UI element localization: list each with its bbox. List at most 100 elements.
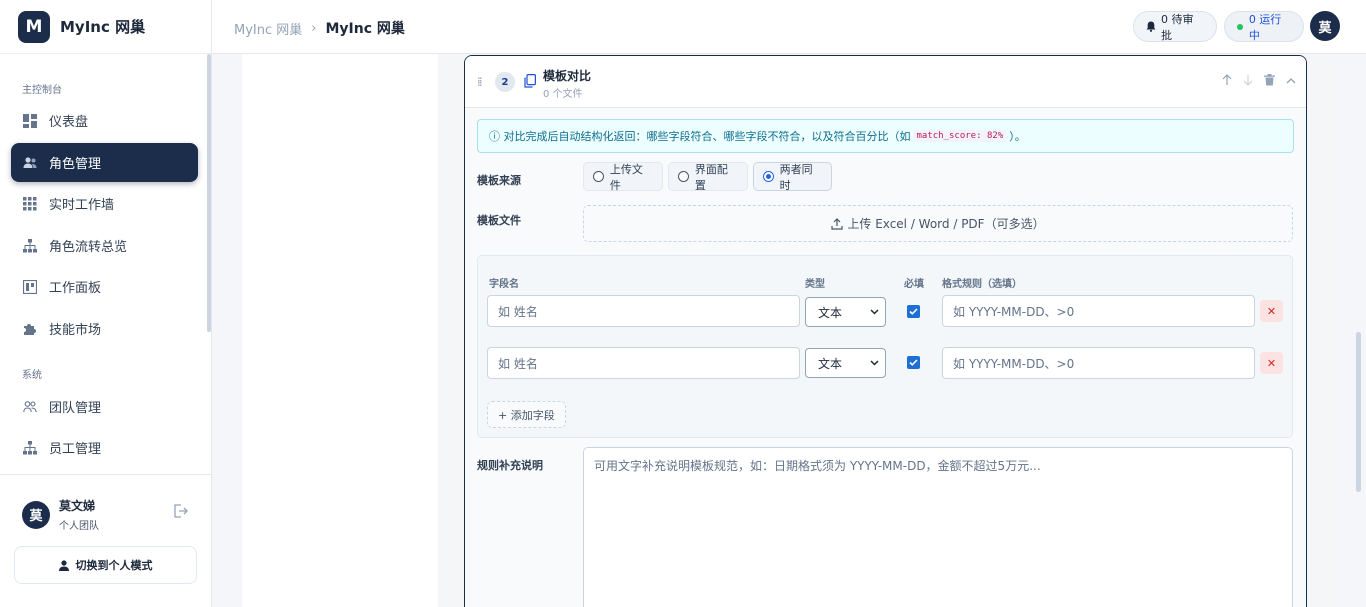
field-type-value: 文本 [818,305,843,320]
field-type-select[interactable]: 文本 [805,297,886,327]
card-header[interactable]: ⁞⁞ 2 模板对比 0 个文件 [465,56,1306,108]
sidebar-item-staff[interactable]: 员工管理 [11,428,198,467]
user-name: 莫文娣 [59,499,96,513]
delete-field-button[interactable]: ✕ [1260,352,1283,374]
sidebar-item-roles[interactable]: 角色管理 [11,143,198,182]
source-option-label: 界面配置 [694,162,728,192]
move-down-icon[interactable] [1243,74,1253,86]
source-option-label: 上传文件 [609,162,643,192]
drag-handle-icon[interactable]: ⁞⁞ [477,75,482,89]
sidebar-item-workboard[interactable]: 工作面板 [11,267,198,306]
board-icon [23,279,37,294]
template-file-label: 模板文件 [477,214,521,227]
pending-approvals-badge[interactable]: 0 待审批 [1133,11,1217,42]
format-rule-input[interactable]: 如 YYYY-MM-DD、>0 [942,295,1255,327]
upload-dropzone[interactable]: 上传 Excel / Word / PDF（可多选） [583,205,1293,242]
col-header-name: 字段名 [489,279,519,290]
close-icon: ✕ [1266,356,1277,370]
sidebar: M MyInc 网巢 主控制台 仪表盘 角色管理 实时工作墙 角色流转总览 工作… [0,0,212,607]
brand[interactable]: M MyInc 网巢 [0,0,211,54]
sidebar-item-dashboard[interactable]: 仪表盘 [11,101,198,140]
rules-note-textarea[interactable]: 可用文字补充说明模板规范，如：日期格式须为 YYYY-MM-DD，金额不超过5万… [583,447,1293,607]
chevron-down-icon [870,309,879,315]
card-body: ⓘ 对比完成后自动结构化返回：哪些字段符合、哪些字段不符合，以及符合百分比（如 … [465,108,1306,607]
sidebar-footer: 莫 莫文娣 个人团队 切换到个人模式 [0,474,211,607]
chevron-down-icon [870,360,879,366]
delete-icon[interactable] [1264,74,1275,86]
person-icon [58,559,69,571]
card-tools [1222,74,1296,86]
info-banner: ⓘ 对比完成后自动结构化返回：哪些字段符合、哪些字段不符合，以及符合百分比（如 … [477,119,1294,153]
logout-icon[interactable] [173,504,188,522]
field-name-input[interactable]: 如 姓名 [487,347,800,379]
status-dot-icon [1237,23,1243,30]
team-icon [23,400,37,414]
source-option-upload[interactable]: 上传文件 [583,162,663,192]
sidebar-item-team[interactable]: 团队管理 [11,387,198,426]
radio-icon [593,171,604,182]
page-scrollbar[interactable] [1356,332,1361,492]
org-icon [23,440,37,455]
sidebar-item-role-flow[interactable]: 角色流转总览 [11,226,198,265]
radio-checked-icon [763,171,774,182]
breadcrumb-current: MyInc 网巢 [325,21,405,37]
bell-icon [1146,21,1156,32]
delete-field-button[interactable]: ✕ [1260,300,1283,322]
field-definitions: 字段名 类型 必填 格式规则（选填） 如 姓名 文本 如 YYYY-MM-DD、… [477,255,1293,438]
pending-label: 0 待审批 [1161,12,1194,42]
upload-label: 上传 Excel / Word / PDF（可多选） [847,217,1045,231]
puzzle-icon [23,322,37,336]
user-team: 个人团队 [59,521,99,532]
user-profile[interactable]: 莫 莫文娣 个人团队 [22,497,194,532]
add-field-button[interactable]: + 添加字段 [487,401,566,428]
switch-label: 切换到个人模式 [75,559,153,572]
sidebar-item-label: 员工管理 [49,442,102,457]
close-icon: ✕ [1266,304,1277,318]
grid-icon [23,196,37,211]
copy-icon [524,74,536,92]
brand-logo: M [18,10,50,43]
header-avatar[interactable]: 莫 [1310,11,1340,41]
sidebar-item-label: 仪表盘 [49,115,89,130]
brand-name: MyInc 网巢 [60,18,146,36]
info-prefix: ⓘ 对比完成后自动结构化返回：哪些字段符合、哪些字段不符合，以及符合百分比（如 [489,130,911,143]
move-up-icon[interactable] [1222,74,1232,86]
users-icon [23,156,37,170]
sidebar-item-label: 工作面板 [49,281,102,296]
required-checkbox[interactable] [907,305,920,318]
flow-icon [23,238,37,253]
running-status-badge[interactable]: 0 运行中 [1224,11,1304,42]
field-name-input[interactable]: 如 姓名 [487,295,800,327]
card-title: 模板对比 [543,69,592,83]
source-option-label: 两者同时 [779,162,813,192]
col-header-rule: 格式规则（选填） [942,279,1022,290]
running-label: 0 运行中 [1248,12,1282,42]
switch-personal-mode-button[interactable]: 切换到个人模式 [14,546,197,584]
chevron-right-icon: › [311,20,317,36]
template-source-label: 模板来源 [477,174,521,187]
dashboard-icon [23,113,37,128]
source-option-config[interactable]: 界面配置 [668,162,748,192]
section-label-main: 主控制台 [22,85,62,96]
chevron-up-icon[interactable] [1286,77,1296,84]
sidebar-item-label: 实时工作墙 [49,198,115,213]
card-subtitle: 0 个文件 [543,89,583,100]
source-option-both[interactable]: 两者同时 [753,162,832,192]
sidebar-item-label: 技能市场 [49,323,102,338]
sidebar-scrollbar[interactable] [207,54,211,332]
top-header: MyInc 网巢 › MyInc 网巢 0 待审批 0 运行中 莫 [212,0,1366,54]
info-code: match_score: 82% [913,130,1007,142]
sidebar-item-label: 团队管理 [49,401,102,416]
required-checkbox[interactable] [907,356,920,369]
col-header-type: 类型 [805,279,825,290]
breadcrumb-root[interactable]: MyInc 网巢 [234,19,302,38]
sidebar-item-live-wall[interactable]: 实时工作墙 [11,184,198,223]
col-header-required: 必填 [904,279,924,290]
format-rule-input[interactable]: 如 YYYY-MM-DD、>0 [942,347,1255,379]
info-suffix: ）。 [1009,130,1026,143]
sidebar-item-skill-market[interactable]: 技能市场 [11,309,198,348]
radio-icon [678,171,689,182]
avatar: 莫 [22,500,50,529]
field-type-value: 文本 [818,356,843,371]
field-type-select[interactable]: 文本 [805,348,886,378]
